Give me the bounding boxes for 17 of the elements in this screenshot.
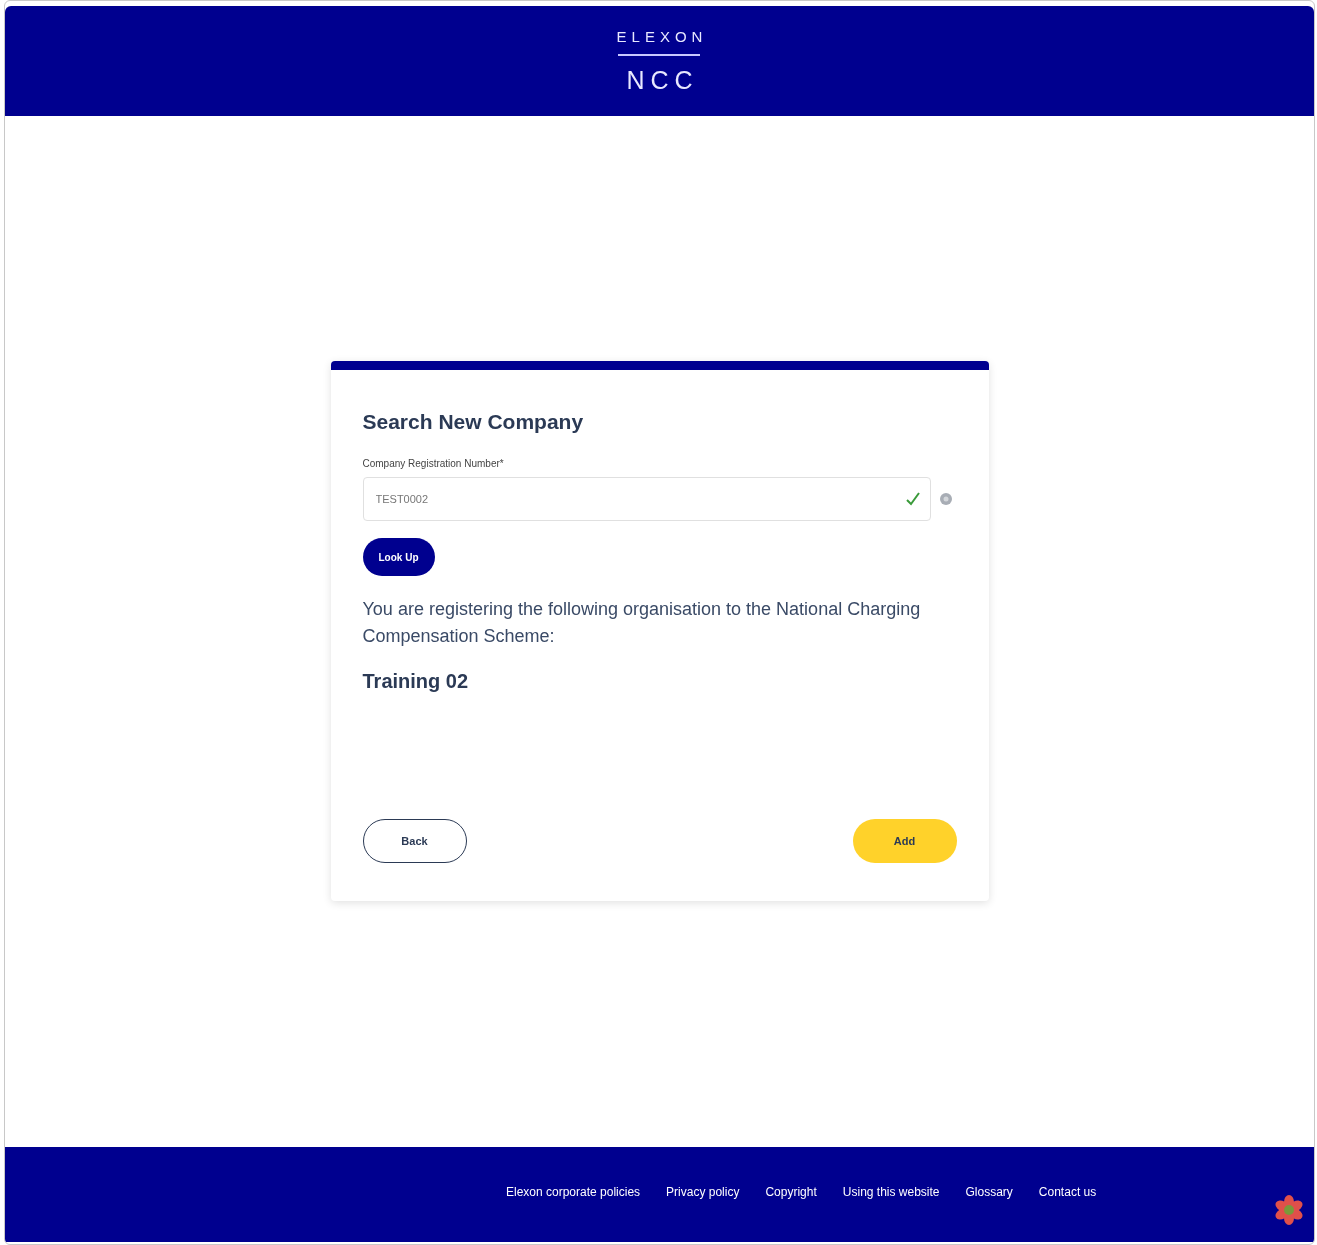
footer-link[interactable]: Elexon corporate policies (506, 1185, 641, 1199)
registration-message: You are registering the following organisation to the National Charging Compensation Scheme: (362, 598, 922, 648)
product-name: NCC (625, 65, 699, 95)
add-button[interactable]: Add (852, 819, 957, 863)
flower-icon[interactable] (1274, 1195, 1304, 1225)
footer-link[interactable]: Copyright (765, 1185, 817, 1199)
back-button[interactable]: Back (362, 819, 467, 863)
brand-name: ELEXON (615, 27, 708, 45)
footer-link[interactable]: Glossary (965, 1185, 1013, 1199)
look-up-button[interactable]: Look Up (362, 538, 435, 576)
form-title: Search New Company (362, 410, 585, 434)
company-name: Training 02 (362, 670, 470, 693)
input-field[interactable]: TEST0002 (362, 477, 931, 521)
footer-link[interactable]: Privacy policy (666, 1185, 740, 1199)
footer-link[interactable]: Using this website (842, 1185, 940, 1199)
field-label: Company Registration Number* (362, 458, 505, 469)
footer-link[interactable]: Contact us (1038, 1185, 1097, 1199)
